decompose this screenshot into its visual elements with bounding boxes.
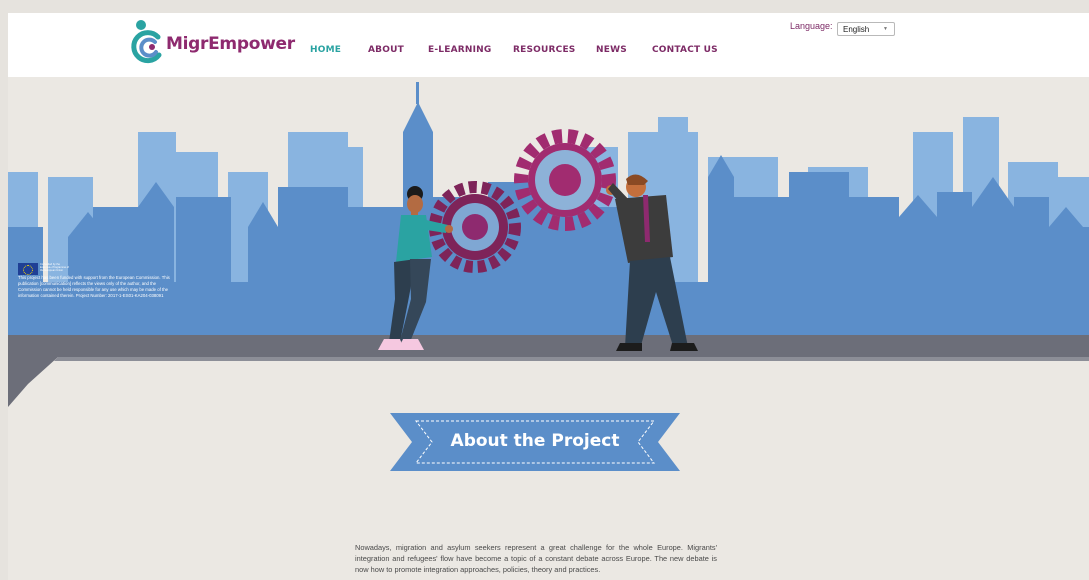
nav-news[interactable]: NEWS bbox=[596, 45, 652, 55]
hero-illustration bbox=[8, 82, 1089, 407]
antenna bbox=[416, 82, 419, 104]
nav-home[interactable]: HOME bbox=[310, 45, 368, 55]
page: MigrEmpower HOME ABOUT E-LEARNING RESOUR… bbox=[8, 13, 1089, 580]
language-label: Language: bbox=[790, 21, 833, 31]
eu-funding-notice: This project has been funded with suppor… bbox=[18, 275, 170, 299]
road bbox=[8, 335, 1089, 357]
eu-caption: Co-funded by the Erasmus+ Programme of t… bbox=[40, 263, 69, 273]
nav-resources[interactable]: RESOURCES bbox=[513, 45, 596, 55]
main-nav: HOME ABOUT E-LEARNING RESOURCES NEWS CON… bbox=[310, 45, 732, 55]
nav-about[interactable]: ABOUT bbox=[368, 45, 428, 55]
chevron-down-icon: ▼ bbox=[883, 26, 888, 32]
nav-contact-us[interactable]: CONTACT US bbox=[652, 45, 732, 55]
site-header: MigrEmpower HOME ABOUT E-LEARNING RESOUR… bbox=[8, 13, 1089, 77]
hero-banner: Co-funded by the Erasmus+ Programme of t… bbox=[8, 77, 1089, 407]
road-edge bbox=[8, 357, 58, 407]
logo[interactable]: MigrEmpower bbox=[128, 17, 295, 67]
logo-mark-icon bbox=[131, 20, 162, 64]
eu-flag-icon bbox=[18, 263, 38, 275]
about-ribbon: About the Project bbox=[390, 413, 680, 473]
language-value: English bbox=[843, 25, 870, 34]
about-text: Nowadays, migration and asylum seekers r… bbox=[355, 543, 717, 575]
section-title: About the Project bbox=[450, 431, 620, 451]
language-select[interactable]: English ▼ bbox=[837, 22, 895, 36]
logo-text: MigrEmpower bbox=[166, 34, 295, 54]
nav-e-learning[interactable]: E-LEARNING bbox=[428, 45, 513, 55]
